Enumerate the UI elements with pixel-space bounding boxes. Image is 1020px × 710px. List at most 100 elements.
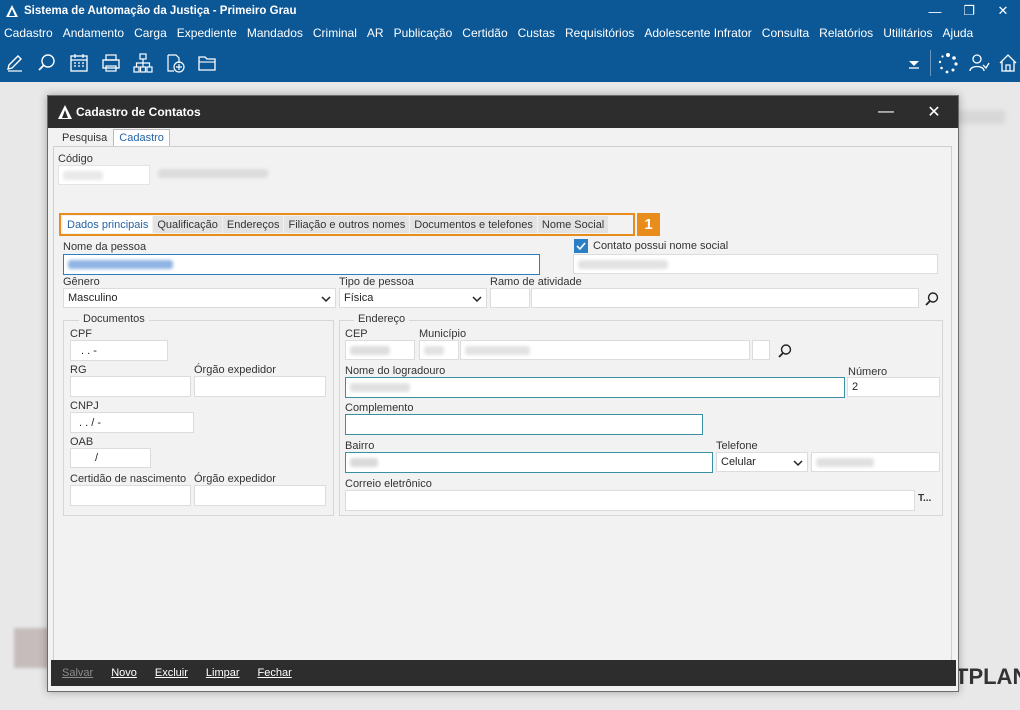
search-icon[interactable]: [777, 343, 793, 359]
menu-consulta[interactable]: Consulta: [762, 26, 809, 40]
ramo-atividade-input[interactable]: [531, 288, 919, 308]
genero-select[interactable]: Masculino: [63, 288, 336, 308]
menu-expediente[interactable]: Expediente: [177, 26, 237, 40]
dialog-titlebar[interactable]: Cadastro de Contatos — ✕: [48, 96, 958, 128]
tipo-pessoa-select[interactable]: Física: [339, 288, 487, 308]
home-icon[interactable]: [997, 52, 1019, 74]
calendar-icon[interactable]: [68, 52, 90, 74]
menu-carga[interactable]: Carga: [134, 26, 167, 40]
subtabs-highlight: Dados principais Qualificação Endereços …: [59, 213, 635, 236]
loading-icon[interactable]: [937, 52, 959, 74]
edit-icon[interactable]: [4, 52, 26, 74]
orgao-expedidor-2-input[interactable]: [194, 485, 326, 506]
menu-ajuda[interactable]: Ajuda: [943, 26, 974, 40]
minimize-icon[interactable]: —: [918, 0, 952, 22]
menu-adolescente-infrator[interactable]: Adolescente Infrator: [644, 26, 751, 40]
municipio-uf[interactable]: [752, 340, 770, 360]
menu-cadastro[interactable]: Cadastro: [4, 26, 53, 40]
nome-social-checkbox[interactable]: [574, 239, 588, 253]
logradouro-label: Nome do logradouro: [345, 365, 446, 377]
menu-utilitarios[interactable]: Utilitários: [883, 26, 932, 40]
email-input[interactable]: [345, 490, 915, 511]
app-title: Sistema de Automação da Justiça - Primei…: [24, 5, 297, 17]
excluir-button[interactable]: Excluir: [155, 667, 188, 679]
certidao-nascimento-label: Certidão de nascimento: [70, 473, 187, 485]
numero-value: 2: [852, 381, 859, 393]
org-chart-icon[interactable]: [132, 52, 154, 74]
background-redacted: [955, 110, 1005, 124]
novo-button[interactable]: Novo: [111, 667, 137, 679]
tab-cadastro[interactable]: Cadastro: [113, 129, 170, 146]
subtab-filiacao[interactable]: Filiação e outros nomes: [284, 216, 410, 233]
rg-input[interactable]: [70, 376, 191, 397]
ramo-atividade-code[interactable]: [490, 288, 530, 308]
nome-pessoa-input[interactable]: [63, 254, 540, 275]
chevron-down-icon: [472, 296, 482, 303]
orgao-expedidor-label: Órgão expedidor: [194, 364, 276, 376]
complemento-input[interactable]: [345, 414, 703, 435]
cpf-input[interactable]: . . -: [70, 340, 168, 361]
menu-andamento[interactable]: Andamento: [63, 26, 124, 40]
tab-pesquisa[interactable]: Pesquisa: [56, 129, 113, 146]
cadastro-panel: Código Dados principais Qualificação End…: [53, 146, 952, 661]
close-icon[interactable]: ✕: [916, 96, 952, 128]
menu-custas[interactable]: Custas: [518, 26, 555, 40]
numero-input[interactable]: 2: [847, 377, 940, 397]
printer-icon[interactable]: [100, 52, 122, 74]
orgao-expedidor-input[interactable]: [194, 376, 326, 397]
oab-label: OAB: [70, 436, 94, 448]
minimize-icon[interactable]: —: [868, 96, 904, 128]
dialog-title: Cadastro de Contatos: [76, 105, 201, 119]
limpar-button[interactable]: Limpar: [206, 667, 240, 679]
subtab-documentos-telefones[interactable]: Documentos e telefones: [410, 216, 537, 233]
logradouro-input[interactable]: [345, 377, 845, 398]
codigo-field[interactable]: [58, 165, 150, 185]
main-tabs: Pesquisa Cadastro: [56, 129, 170, 146]
menu-publicacao[interactable]: Publicação: [394, 26, 453, 40]
menu-mandados[interactable]: Mandados: [247, 26, 303, 40]
subtab-qualificacao[interactable]: Qualificação: [153, 216, 222, 233]
fechar-button[interactable]: Fechar: [258, 667, 292, 679]
menu-certidao[interactable]: Certidão: [462, 26, 507, 40]
add-document-icon[interactable]: [164, 52, 186, 74]
subtab-dados-principais[interactable]: Dados principais: [63, 216, 153, 233]
salvar-button[interactable]: Salvar: [62, 667, 93, 679]
cadastro-contatos-dialog: Cadastro de Contatos — ✕ Pesquisa Cadast…: [47, 95, 959, 692]
users-icon[interactable]: [968, 52, 990, 74]
email-type-button[interactable]: T...: [918, 493, 931, 504]
certidao-nascimento-input[interactable]: [70, 485, 191, 506]
window-controls: — ❐ ✕: [918, 0, 1020, 22]
codigo-label: Código: [58, 153, 93, 165]
chevron-down-icon: [793, 460, 803, 467]
bairro-input[interactable]: [345, 452, 713, 473]
close-icon[interactable]: ✕: [986, 0, 1020, 22]
ramo-atividade-label: Ramo de atividade: [490, 276, 582, 288]
dialog-footer: Salvar Novo Excluir Limpar Fechar: [51, 660, 956, 686]
menu-relatorios[interactable]: Relatórios: [819, 26, 873, 40]
orgao-expedidor-2-label: Órgão expedidor: [194, 473, 276, 485]
toolbar-separator: [930, 50, 931, 76]
restore-icon[interactable]: ❐: [952, 0, 986, 22]
search-process-icon[interactable]: [36, 52, 58, 74]
menu-requisitorios[interactable]: Requisitórios: [565, 26, 634, 40]
tipo-pessoa-label: Tipo de pessoa: [339, 276, 414, 288]
cnpj-input[interactable]: . . / -: [70, 412, 194, 433]
telefone-input[interactable]: [811, 452, 940, 472]
menu-criminal[interactable]: Criminal: [313, 26, 357, 40]
genero-value: Masculino: [68, 292, 118, 304]
app-logo-icon: [6, 5, 18, 17]
endereco-title: Endereço: [354, 313, 410, 325]
cep-input[interactable]: [345, 340, 415, 360]
subtab-enderecos[interactable]: Endereços: [222, 216, 284, 233]
municipio-code[interactable]: [419, 340, 459, 360]
search-icon[interactable]: [924, 291, 940, 307]
menu-ar[interactable]: AR: [367, 26, 384, 40]
nome-social-input[interactable]: [573, 254, 938, 274]
folder-icon[interactable]: [196, 52, 218, 74]
municipio-input[interactable]: [460, 340, 750, 360]
subtab-nome-social[interactable]: Nome Social: [537, 216, 609, 233]
dropdown-icon[interactable]: [903, 52, 925, 74]
oab-input[interactable]: /: [70, 448, 151, 468]
telefone-tipo-select[interactable]: Celular: [716, 452, 808, 472]
cpf-label: CPF: [70, 328, 92, 340]
